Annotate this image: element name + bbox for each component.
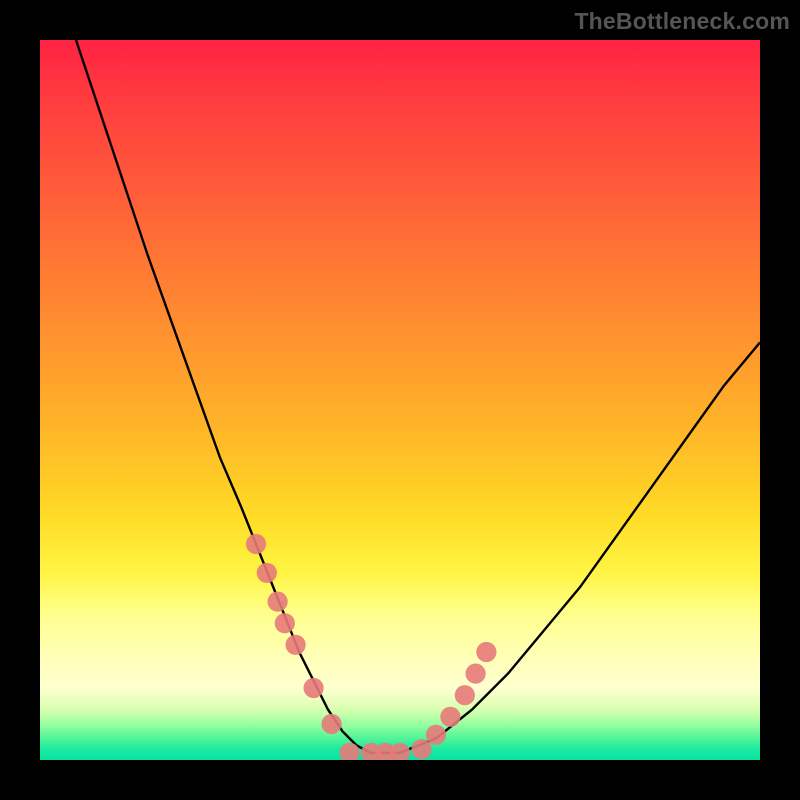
curve-svg (40, 40, 760, 760)
data-point (390, 743, 410, 760)
data-point-markers (246, 534, 497, 760)
data-point (455, 685, 475, 705)
data-point (440, 707, 460, 727)
data-point (476, 642, 496, 662)
bottleneck-curve (76, 40, 760, 753)
watermark-text: TheBottleneck.com (574, 8, 790, 35)
data-point (412, 739, 432, 759)
data-point (304, 678, 324, 698)
data-point (257, 563, 277, 583)
data-point (466, 664, 486, 684)
data-point (246, 534, 266, 554)
data-point (275, 613, 295, 633)
plot-area (40, 40, 760, 760)
data-point (268, 592, 288, 612)
chart-frame: TheBottleneck.com (0, 0, 800, 800)
data-point (426, 725, 446, 745)
data-point (322, 714, 342, 734)
data-point (286, 635, 306, 655)
